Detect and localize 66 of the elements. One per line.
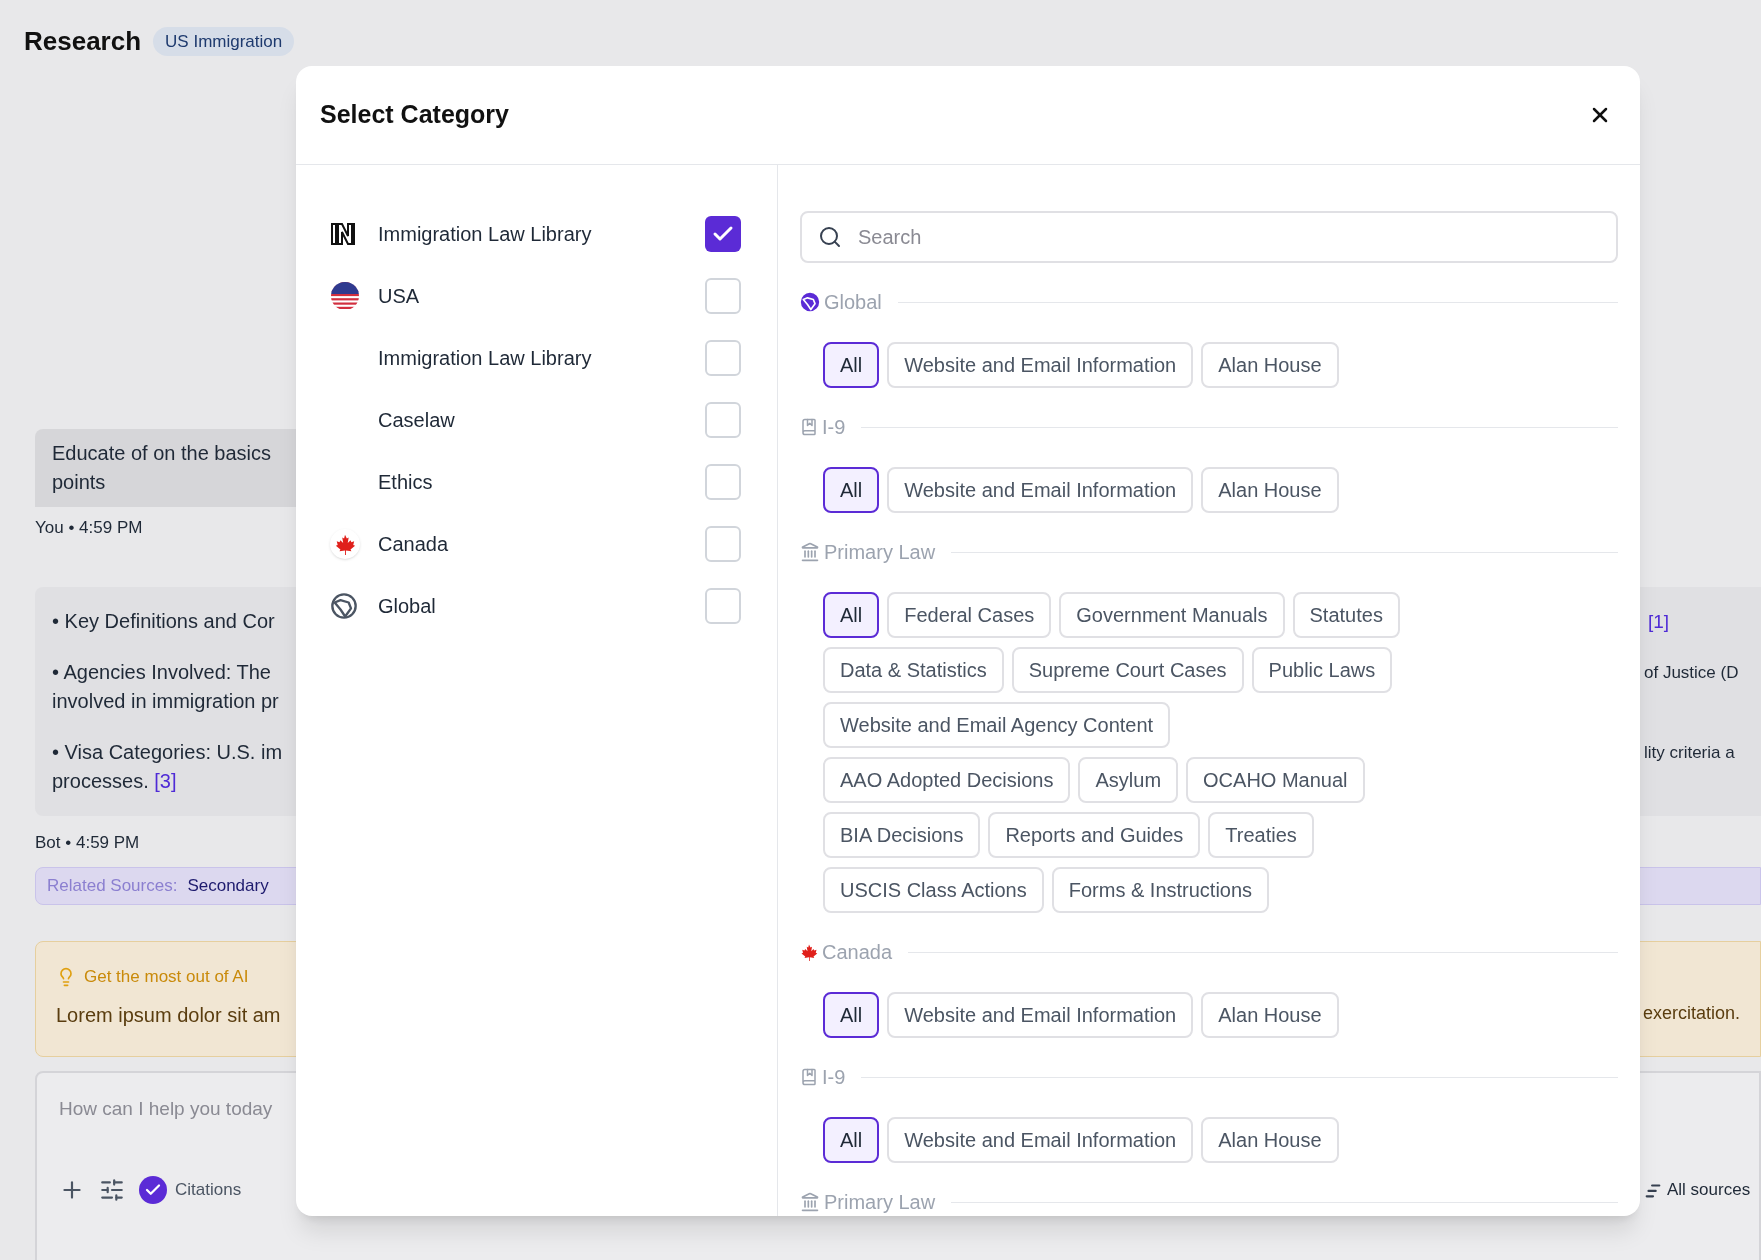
category-label: Immigration Law Library — [378, 222, 593, 247]
message-meta: You • 4:59 PM — [35, 517, 143, 539]
filter-chip[interactable]: All — [823, 592, 880, 638]
filter-chip[interactable]: All — [823, 342, 880, 388]
page-title: Research — [24, 25, 142, 58]
filter-chip[interactable]: Website and Email Information — [887, 992, 1194, 1038]
section-heading: I-9 — [822, 1065, 846, 1090]
filter-chip[interactable]: Forms & Instructions — [1051, 867, 1270, 913]
citation-link[interactable]: [1] — [1648, 610, 1670, 632]
filter-chip[interactable]: Website and Email Information — [887, 342, 1194, 388]
message-text: • Visa Categories: U.S. im — [52, 739, 283, 765]
topic-tag: US Immigration — [153, 26, 295, 57]
search-field[interactable]: Search — [800, 211, 1618, 263]
message-text: • Agencies Involved: The — [52, 659, 272, 685]
section-heading: Global — [824, 290, 882, 315]
filter-chip[interactable]: Asylum — [1078, 757, 1179, 803]
related-sources-label: Related Sources: — [47, 875, 178, 898]
message-text: of Justice (D — [1644, 662, 1739, 682]
tip-text: Lorem ipsum dolor sit am — [56, 1002, 281, 1028]
filter-chip[interactable]: Website and Email Agency Content — [823, 702, 1171, 748]
category-label: USA — [378, 284, 421, 309]
filter-chip[interactable]: All — [823, 992, 880, 1038]
message-input[interactable]: How can I help you today — [59, 1095, 659, 1124]
message-text: involved in immigration pr — [52, 688, 279, 714]
section-heading: Primary Law — [824, 540, 936, 565]
filter-chip[interactable]: Website and Email Information — [887, 1117, 1194, 1163]
filter-chip[interactable]: Supreme Court Cases — [1011, 647, 1244, 693]
filter-chip[interactable]: Government Manuals — [1059, 592, 1285, 638]
filter-chip[interactable]: OCAHO Manual — [1186, 757, 1365, 803]
tip-title: Get the most out of AI — [84, 966, 249, 988]
category-label: Caselaw — [378, 408, 456, 433]
citation-link[interactable]: [3] — [154, 769, 177, 792]
filter-chip[interactable]: Alan House — [1201, 992, 1339, 1038]
filter-chip[interactable]: Treaties — [1208, 812, 1314, 858]
filter-chip[interactable]: USCIS Class Actions — [823, 867, 1044, 913]
filter-chip[interactable]: All — [823, 1117, 880, 1163]
section-heading: Primary Law — [824, 1190, 936, 1215]
tip-text: exercitation. — [1643, 1001, 1742, 1025]
filter-chip[interactable]: Federal Cases — [887, 592, 1052, 638]
filter-chip[interactable]: BIA Decisions — [823, 812, 981, 858]
section-heading: I-9 — [822, 415, 846, 440]
related-sources-value: Secondary — [187, 875, 269, 898]
filter-chip[interactable]: Alan House — [1201, 467, 1339, 513]
filter-chip[interactable]: Alan House — [1201, 342, 1339, 388]
message-meta: Bot • 4:59 PM — [35, 831, 140, 854]
filter-chip[interactable]: Public Laws — [1251, 647, 1393, 693]
dialog-title: Select Category — [320, 99, 509, 131]
filter-chip[interactable]: Website and Email Information — [887, 467, 1194, 513]
filter-chip[interactable]: Reports and Guides — [988, 812, 1201, 858]
filter-chip[interactable]: All — [823, 467, 880, 513]
message-text: Educate of on the basics — [52, 441, 272, 466]
category-label: Ethics — [378, 470, 434, 495]
section-heading: Canada — [822, 940, 893, 965]
message-text: processes. [3] — [52, 768, 178, 794]
citations-toggle[interactable]: Citations — [139, 1175, 242, 1204]
category-label: Global — [378, 594, 437, 619]
message-text: lity criteria a — [1644, 742, 1735, 762]
filter-chip[interactable]: Statutes — [1292, 592, 1400, 638]
message-text: • Key Definitions and Cor — [52, 608, 275, 634]
filter-chip[interactable]: Data & Statistics — [823, 647, 1004, 693]
message-text: points — [52, 470, 106, 495]
category-label: Canada — [378, 532, 450, 557]
category-label: Immigration Law Library — [378, 346, 593, 371]
sources-button[interactable]: All sources — [1644, 1176, 1759, 1203]
filter-chip[interactable]: AAO Adopted Decisions — [823, 757, 1071, 803]
filter-chip[interactable]: Alan House — [1201, 1117, 1339, 1163]
